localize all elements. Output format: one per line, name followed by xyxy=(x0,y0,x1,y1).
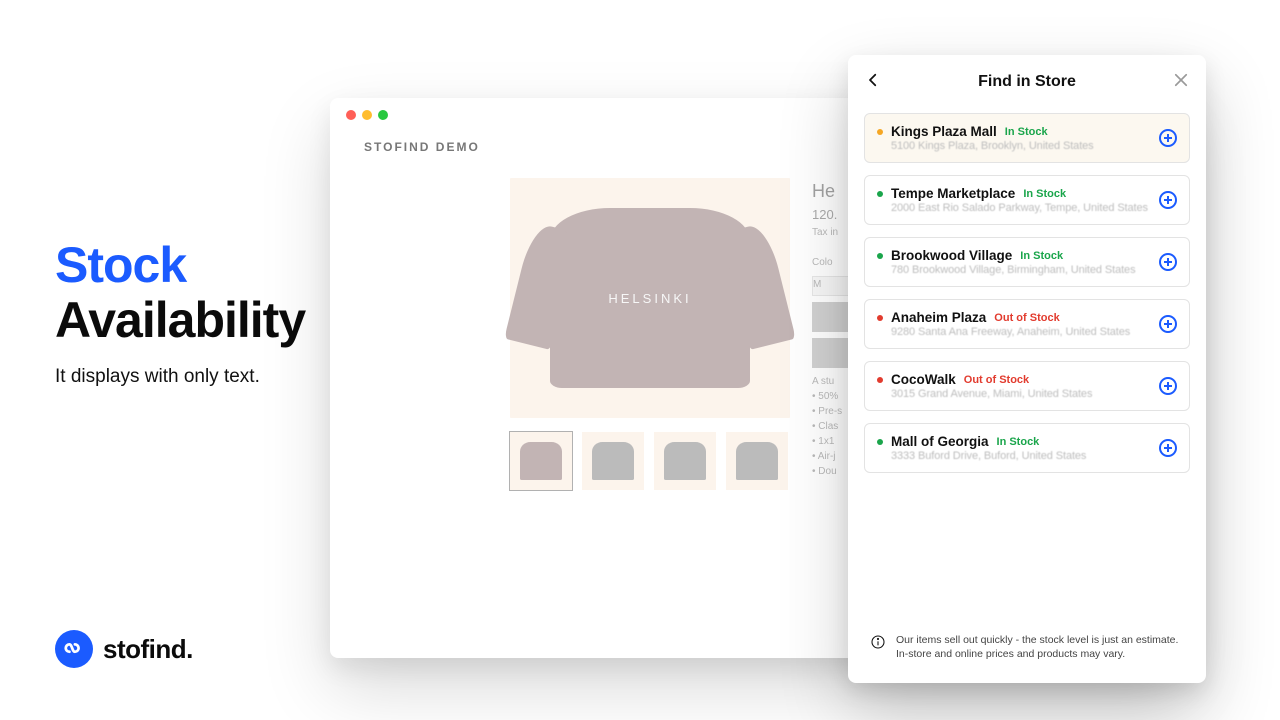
promo-line-2: Availability xyxy=(55,293,305,348)
brand: stofind. xyxy=(55,630,193,668)
store-name: Tempe Marketplace xyxy=(891,186,1015,201)
store-list: Kings Plaza Mall In Stock 5100 Kings Plaza… xyxy=(848,109,1206,621)
status-dot-icon xyxy=(877,253,883,259)
store-card[interactable]: Mall of Georgia In Stock 3333 Buford Drive… xyxy=(864,423,1190,473)
window-close-icon[interactable] xyxy=(346,110,356,120)
store-name: Anaheim Plaza xyxy=(891,310,986,325)
thumbnail-1[interactable] xyxy=(510,432,572,490)
product-thumbnails xyxy=(510,432,790,490)
thumbnail-4[interactable] xyxy=(726,432,788,490)
store-address: 9280 Santa Ana Freeway, Anaheim, United … xyxy=(891,326,1151,338)
store-name: Mall of Georgia xyxy=(891,434,989,449)
brand-name: stofind. xyxy=(103,634,193,665)
stock-status: Out of Stock xyxy=(964,374,1029,386)
stock-status: In Stock xyxy=(1005,126,1048,138)
status-dot-icon xyxy=(877,439,883,445)
disclaimer: Our items sell out quickly - the stock l… xyxy=(848,621,1206,683)
promo-block: Stock Availability It displays with only… xyxy=(55,238,305,388)
expand-icon[interactable] xyxy=(1159,315,1177,333)
store-name: CocoWalk xyxy=(891,372,956,387)
status-dot-icon xyxy=(877,377,883,383)
stock-status: In Stock xyxy=(1023,188,1066,200)
store-title: STOFIND DEMO xyxy=(364,140,480,154)
stofind-logo-icon xyxy=(55,630,93,668)
store-card[interactable]: Brookwood Village In Stock 780 Brookwood V… xyxy=(864,237,1190,287)
store-name: Brookwood Village xyxy=(891,248,1012,263)
store-address: 5100 Kings Plaza, Brooklyn, United State… xyxy=(891,140,1151,152)
store-address: 780 Brookwood Village, Birmingham, Unite… xyxy=(891,264,1151,276)
store-card[interactable]: Anaheim Plaza Out of Stock 9280 Santa Ana … xyxy=(864,299,1190,349)
window-min-icon[interactable] xyxy=(362,110,372,120)
color-swatch[interactable]: M xyxy=(812,276,852,296)
promo-sub: It displays with only text. xyxy=(55,366,305,388)
expand-icon[interactable] xyxy=(1159,129,1177,147)
close-button[interactable] xyxy=(1172,71,1190,94)
disclaimer-text: Our items sell out quickly - the stock l… xyxy=(896,633,1186,661)
expand-icon[interactable] xyxy=(1159,253,1177,271)
stock-status: In Stock xyxy=(1020,250,1063,262)
promo-headline: Stock Availability xyxy=(55,238,305,348)
close-icon xyxy=(1172,71,1190,89)
thumbnail-2[interactable] xyxy=(582,432,644,490)
status-dot-icon xyxy=(877,315,883,321)
store-name: Kings Plaza Mall xyxy=(891,124,997,139)
expand-icon[interactable] xyxy=(1159,191,1177,209)
status-dot-icon xyxy=(877,129,883,135)
back-button[interactable] xyxy=(864,71,882,94)
stock-status: Out of Stock xyxy=(994,312,1059,324)
expand-icon[interactable] xyxy=(1159,439,1177,457)
info-icon xyxy=(870,634,886,650)
store-address: 2000 East Rio Salado Parkway, Tempe, Uni… xyxy=(891,202,1151,214)
panel-title: Find in Store xyxy=(978,73,1076,91)
product-image: HELSINKI xyxy=(510,178,790,418)
chevron-left-icon xyxy=(864,71,882,89)
stock-status: In Stock xyxy=(997,436,1040,448)
store-address: 3015 Grand Avenue, Miami, United States xyxy=(891,388,1151,400)
find-in-store-panel: Find in Store Kings Plaza Mall In Stock 51… xyxy=(848,55,1206,683)
expand-icon[interactable] xyxy=(1159,377,1177,395)
status-dot-icon xyxy=(877,191,883,197)
store-card[interactable]: CocoWalk Out of Stock 3015 Grand Avenue, M… xyxy=(864,361,1190,411)
window-max-icon[interactable] xyxy=(378,110,388,120)
store-card[interactable]: Tempe Marketplace In Stock 2000 East Rio S… xyxy=(864,175,1190,225)
product-image-text: HELSINKI xyxy=(550,208,750,388)
promo-line-1: Stock xyxy=(55,238,305,293)
thumbnail-3[interactable] xyxy=(654,432,716,490)
store-card[interactable]: Kings Plaza Mall In Stock 5100 Kings Plaza… xyxy=(864,113,1190,163)
store-address: 3333 Buford Drive, Buford, United States xyxy=(891,450,1151,462)
